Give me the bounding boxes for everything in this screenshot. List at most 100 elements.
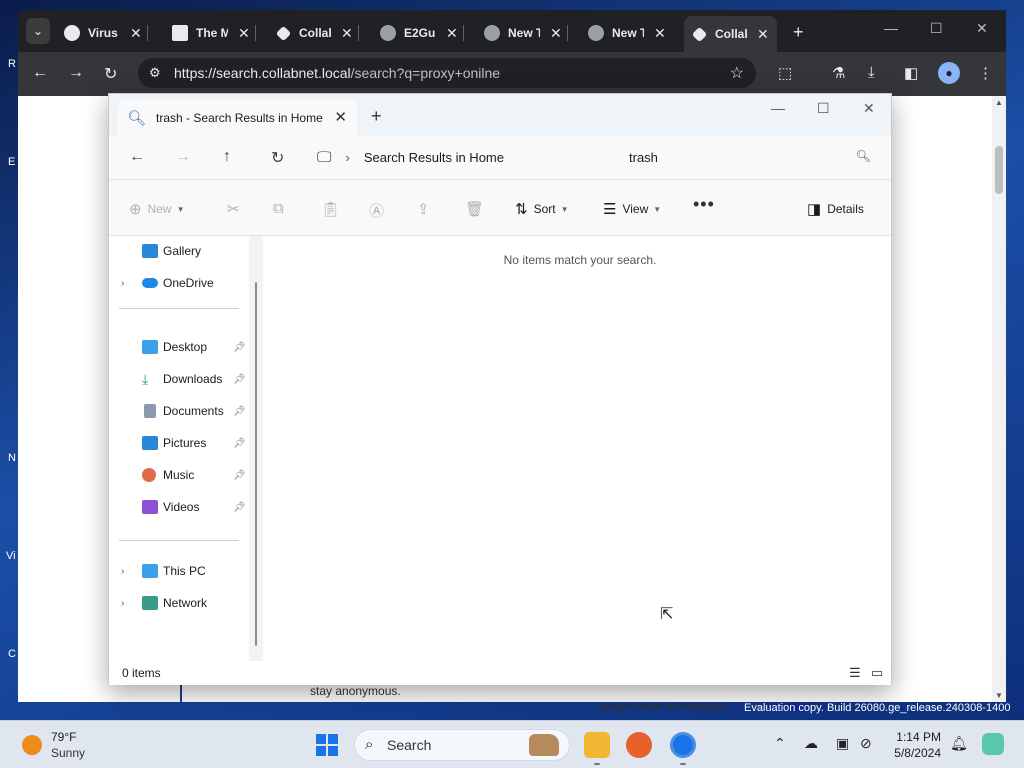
nav-item-network[interactable]: › Network: [109, 592, 249, 614]
chrome-taskbar-icon[interactable]: [670, 732, 696, 758]
view-button[interactable]: ☰ View ▼: [603, 200, 661, 218]
breadcrumb[interactable]: 🖵 › Search Results in Home: [317, 142, 617, 172]
display-icon[interactable]: ▣: [836, 735, 849, 752]
paste-icon[interactable]: 📋︎: [321, 200, 346, 218]
tab-title: E2Gu: [404, 26, 436, 40]
weather-temperature[interactable]: 79°F: [51, 730, 76, 744]
close-tab-icon[interactable]: ✕: [654, 25, 666, 42]
side-panel-icon[interactable]: ◧: [904, 64, 918, 82]
chevron-right-icon[interactable]: ›: [121, 598, 124, 609]
chevron-up-icon[interactable]: ⌃: [774, 735, 786, 752]
new-tab-icon[interactable]: +: [793, 22, 804, 43]
close-tab-icon[interactable]: ✕: [238, 25, 250, 42]
chevron-down-icon: ▼: [560, 204, 569, 214]
file-list-area[interactable]: No items match your search.: [265, 236, 891, 661]
chevron-right-icon[interactable]: ›: [121, 278, 124, 289]
close-icon[interactable]: ✕: [976, 20, 988, 37]
up-icon[interactable]: ↑: [223, 148, 231, 166]
breadcrumb-location[interactable]: Search Results in Home: [364, 150, 504, 165]
rename-icon[interactable]: Ⓐ: [369, 200, 390, 221]
details-button[interactable]: ◨ Details: [807, 200, 864, 218]
tab-search-menu-icon[interactable]: ⌄: [26, 18, 50, 44]
search-highlight-icon: [529, 734, 559, 756]
nav-item-music[interactable]: Music 📌︎: [109, 464, 249, 486]
close-tab-icon[interactable]: ✕: [334, 108, 347, 126]
system-clock[interactable]: 1:14 PM 5/8/2024: [893, 729, 941, 761]
details-view-icon[interactable]: ☰: [849, 665, 861, 681]
tiles-view-icon[interactable]: ▭: [871, 665, 883, 681]
nav-item-onedrive[interactable]: › OneDrive: [109, 272, 249, 294]
browser-tab[interactable]: Virus ✕: [64, 18, 148, 48]
search-input[interactable]: trash 🔍︎: [619, 142, 881, 172]
copy-icon[interactable]: ⧉: [273, 200, 290, 217]
chevron-right-icon[interactable]: ›: [121, 566, 124, 577]
copilot-icon[interactable]: [982, 733, 1004, 755]
maximize-icon[interactable]: ☐: [817, 100, 830, 117]
browser-tab-active[interactable]: Collab ✕: [684, 16, 777, 52]
close-tab-icon[interactable]: ✕: [757, 26, 769, 43]
onedrive-tray-icon[interactable]: ☁: [804, 735, 818, 752]
forward-icon[interactable]: →: [68, 64, 84, 82]
browser-tab[interactable]: The M ✕: [172, 18, 256, 48]
close-tab-icon[interactable]: ✕: [341, 25, 353, 42]
site-info-icon[interactable]: ⚙: [149, 65, 161, 81]
navigation-pane-scrollbar[interactable]: [249, 236, 263, 661]
minimize-icon[interactable]: —: [771, 100, 785, 116]
share-icon[interactable]: ⇪: [417, 200, 436, 218]
item-count: 0 items: [122, 666, 161, 680]
refresh-icon[interactable]: ↻: [271, 148, 284, 168]
close-tab-icon[interactable]: ✕: [446, 25, 458, 42]
more-menu-icon[interactable]: ⋮: [978, 64, 993, 82]
browser-tab[interactable]: New T ✕: [484, 18, 568, 48]
bookmark-star-icon[interactable]: ☆: [730, 63, 744, 83]
running-indicator: [680, 763, 686, 765]
forward-icon[interactable]: →: [175, 148, 191, 166]
taskbar-search[interactable]: ⌕ Search: [354, 729, 570, 761]
nav-item-downloads[interactable]: ⤓ Downloads 📌︎: [109, 368, 249, 390]
scrollbar-thumb[interactable]: [995, 146, 1003, 194]
browser-tab[interactable]: Collab ✕: [275, 18, 359, 48]
browser-tab[interactable]: New T ✕: [588, 18, 666, 48]
nav-item-pictures[interactable]: Pictures 📌︎: [109, 432, 249, 454]
nav-item-documents[interactable]: Documents 📌︎: [109, 400, 249, 422]
start-button-icon[interactable]: [316, 734, 338, 756]
new-button[interactable]: ⊕ New ▼: [129, 200, 185, 218]
chevron-right-icon[interactable]: ›: [345, 150, 349, 165]
details-pane-icon: ◨: [807, 201, 822, 218]
firefox-taskbar-icon[interactable]: [626, 732, 652, 758]
scroll-up-icon[interactable]: ▲: [995, 98, 1003, 107]
close-icon[interactable]: ✕: [863, 100, 875, 117]
minimize-icon[interactable]: —: [884, 20, 898, 36]
browser-tab[interactable]: E2Gu ✕: [380, 18, 464, 48]
cut-icon[interactable]: ✂: [227, 200, 246, 218]
address-bar[interactable]: ⚙ https://search.collabnet.local/search?…: [138, 58, 756, 88]
weather-condition[interactable]: Sunny: [51, 746, 85, 760]
delete-icon[interactable]: 🗑︎: [465, 200, 490, 218]
extensions-icon[interactable]: ⬚: [778, 64, 792, 82]
notification-bell-icon[interactable]: 🔔︎: [950, 735, 968, 752]
page-scrollbar[interactable]: ▲ ▼: [992, 96, 1006, 702]
nav-item-this-pc[interactable]: › This PC: [109, 560, 249, 582]
network-tray-icon[interactable]: ⊘: [860, 735, 872, 752]
nav-item-desktop[interactable]: Desktop 📌︎: [109, 336, 249, 358]
close-tab-icon[interactable]: ✕: [130, 25, 142, 42]
back-icon[interactable]: ←: [32, 64, 48, 82]
scrollbar-thumb[interactable]: [255, 282, 257, 646]
profile-avatar-icon[interactable]: ●: [938, 62, 960, 84]
back-icon[interactable]: ←: [129, 148, 145, 166]
new-tab-icon[interactable]: +: [371, 106, 382, 127]
maximize-icon[interactable]: ☐: [930, 20, 943, 37]
downloads-icon[interactable]: ⤓: [868, 64, 875, 81]
scroll-down-icon[interactable]: ▼: [995, 691, 1003, 700]
nav-item-gallery[interactable]: Gallery: [109, 240, 249, 262]
labs-flask-icon[interactable]: ⚗: [832, 64, 845, 82]
weather-sun-icon[interactable]: [22, 735, 42, 755]
sort-button[interactable]: ⇅ Sort ▼: [515, 200, 569, 218]
reload-icon[interactable]: ↻: [104, 64, 117, 84]
close-tab-icon[interactable]: ✕: [550, 25, 562, 42]
search-icon[interactable]: 🔍︎: [856, 149, 871, 163]
file-explorer-taskbar-icon[interactable]: [584, 732, 610, 758]
more-options-icon[interactable]: •••: [693, 194, 715, 215]
explorer-tab[interactable]: 🔍︎ trash - Search Results in Home ✕: [117, 100, 357, 136]
nav-item-videos[interactable]: Videos 📌︎: [109, 496, 249, 518]
